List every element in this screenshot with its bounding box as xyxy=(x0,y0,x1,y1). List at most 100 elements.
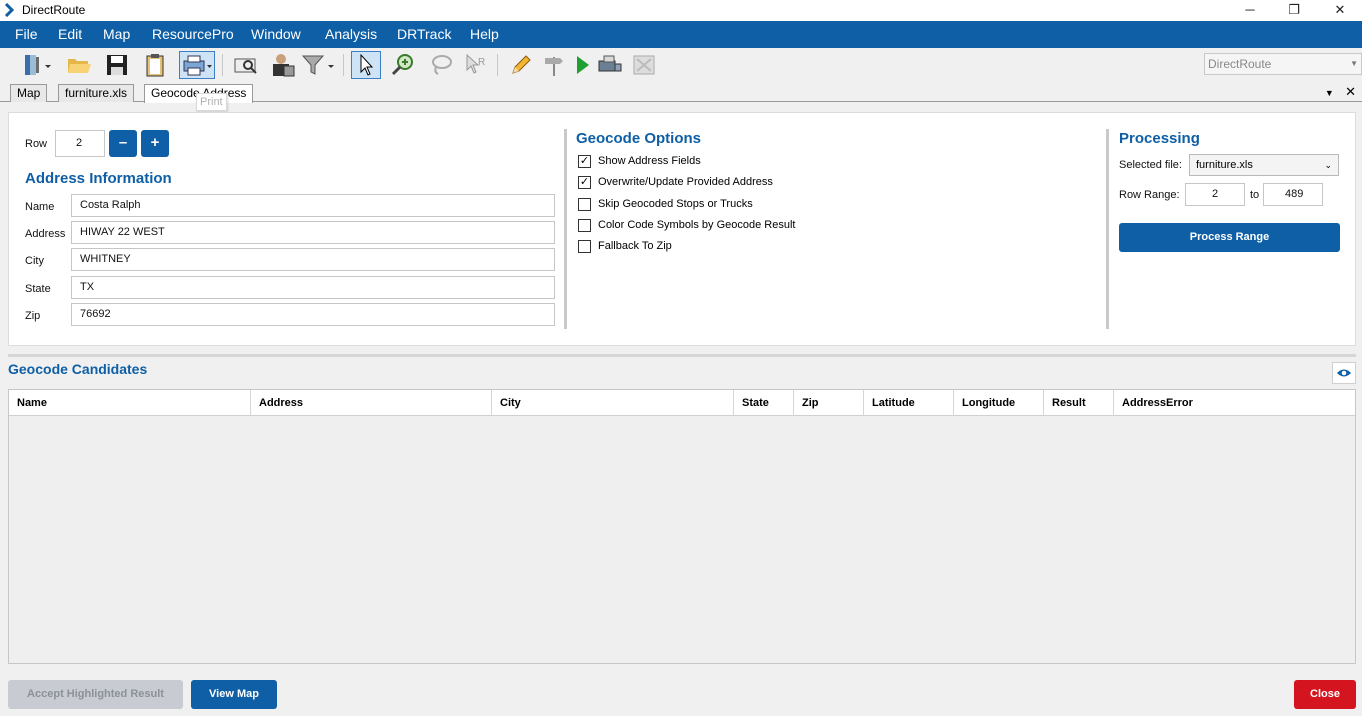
eye-icon xyxy=(1337,369,1351,377)
column-header-zip[interactable]: Zip xyxy=(794,390,864,416)
city-label: City xyxy=(25,255,44,267)
city-field[interactable]: WHITNEY xyxy=(71,248,555,271)
panel-splitter[interactable] xyxy=(8,354,1356,357)
zip-field[interactable]: 76692 xyxy=(71,303,555,326)
edit-tool-button[interactable] xyxy=(506,51,536,79)
empty-checkbox-icon xyxy=(578,198,591,211)
lasso-tool-button[interactable] xyxy=(426,51,456,79)
row-decrement-button[interactable]: – xyxy=(109,130,137,157)
column-header-latitude[interactable]: Latitude xyxy=(864,390,954,416)
state-field[interactable]: TX xyxy=(71,276,555,299)
toolbar-separator xyxy=(343,54,344,76)
address-field[interactable]: HIWAY 22 WEST xyxy=(71,221,555,244)
geocode-options-title: Geocode Options xyxy=(576,130,702,147)
clipboard-icon xyxy=(146,54,164,77)
tab-list-dropdown-icon[interactable]: ▼ xyxy=(1325,88,1334,98)
column-header-address[interactable]: Address xyxy=(251,390,492,416)
empty-checkbox-icon xyxy=(578,240,591,253)
column-header-city[interactable]: City xyxy=(492,390,734,416)
chevron-down-icon: ⌄ xyxy=(1324,160,1332,170)
play-icon xyxy=(577,56,589,74)
maximize-button[interactable]: ❐ xyxy=(1271,0,1317,21)
menu-resourcepro[interactable]: ResourcePro xyxy=(152,21,234,48)
column-header-longitude[interactable]: Longitude xyxy=(954,390,1044,416)
open-button[interactable] xyxy=(64,51,94,79)
title-bar: DirectRoute ─ ❐ ✕ xyxy=(0,0,1362,21)
column-divider xyxy=(1106,129,1109,329)
row-range-to-label: to xyxy=(1250,189,1260,201)
signpost-button[interactable] xyxy=(539,51,569,79)
tab-furniture-xls[interactable]: furniture.xls xyxy=(58,84,135,102)
close-window-button[interactable]: ✕ xyxy=(1317,0,1362,21)
menu-analysis[interactable]: Analysis xyxy=(325,21,377,48)
show-address-fields-label: Show Address Fields xyxy=(598,155,701,167)
workspace-dropdown[interactable]: DirectRoute ▼ xyxy=(1204,53,1362,75)
close-button[interactable]: Close xyxy=(1294,680,1356,709)
view-map-button[interactable]: View Map xyxy=(191,680,277,709)
dispatch-button[interactable] xyxy=(595,51,625,79)
column-divider xyxy=(564,129,567,329)
print-icon xyxy=(183,55,212,76)
row-range-from-input[interactable]: 2 xyxy=(1185,183,1245,206)
preview-button[interactable] xyxy=(231,51,261,79)
fallback-to-zip-label: Fallback To Zip xyxy=(598,240,672,252)
color-code-symbols-label: Color Code Symbols by Geocode Result xyxy=(598,219,796,231)
print-button[interactable] xyxy=(179,51,215,79)
address-information-title: Address Information xyxy=(25,170,172,187)
save-button[interactable] xyxy=(102,51,132,79)
state-label: State xyxy=(25,283,51,295)
candidates-grid[interactable]: Name Address City State Zip Latitude Lon… xyxy=(8,389,1356,664)
run-button[interactable] xyxy=(567,51,597,79)
menu-window[interactable]: Window xyxy=(251,21,301,48)
disabled-tool-button[interactable] xyxy=(629,51,659,79)
row-label: Row xyxy=(25,138,48,150)
row-range-label: Row Range: xyxy=(1119,189,1180,201)
zoom-tool-button[interactable] xyxy=(388,51,418,79)
toolbar-separator xyxy=(222,54,223,76)
column-header-result[interactable]: Result xyxy=(1044,390,1114,416)
minimize-button[interactable]: ─ xyxy=(1227,0,1273,21)
new-session-button[interactable] xyxy=(20,51,54,79)
signpost-icon xyxy=(545,57,563,76)
print-preview-icon xyxy=(234,58,257,74)
select-tool-button[interactable] xyxy=(351,51,381,79)
row-increment-button[interactable]: + xyxy=(141,130,169,157)
truck-box-icon xyxy=(598,55,622,72)
drivers-button[interactable] xyxy=(268,51,298,79)
row-number-input[interactable]: 2 xyxy=(55,130,105,157)
row-range-to-input[interactable]: 489 xyxy=(1263,183,1323,206)
toolbar-separator xyxy=(497,54,498,76)
menu-help[interactable]: Help xyxy=(470,21,499,48)
directroute-logo-icon xyxy=(4,3,15,17)
driver-icon xyxy=(273,54,295,77)
filter-dropdown-icon xyxy=(301,55,334,75)
menu-bar: File Edit Map ResourcePro Window Analysi… xyxy=(0,21,1362,48)
menu-drtrack[interactable]: DRTrack xyxy=(397,21,451,48)
processing-title: Processing xyxy=(1119,130,1200,147)
menu-map[interactable]: Map xyxy=(103,21,130,48)
route-pointer-icon: R xyxy=(466,53,485,74)
close-tab-icon[interactable]: ✕ xyxy=(1345,84,1356,99)
column-header-addresserror[interactable]: AddressError xyxy=(1114,390,1355,416)
empty-checkbox-icon xyxy=(578,219,591,232)
column-header-state[interactable]: State xyxy=(734,390,794,416)
column-visibility-button[interactable] xyxy=(1332,362,1356,384)
selected-file-dropdown[interactable]: furniture.xls ⌄ xyxy=(1189,154,1339,176)
name-field[interactable]: Costa Ralph xyxy=(71,194,555,217)
accept-highlighted-result-button[interactable]: Accept Highlighted Result xyxy=(8,680,183,709)
column-header-name[interactable]: Name xyxy=(9,390,251,416)
clipboard-button[interactable] xyxy=(140,51,170,79)
zip-label: Zip xyxy=(25,310,41,322)
menu-file[interactable]: File xyxy=(15,21,38,48)
chevron-down-icon: ▼ xyxy=(1350,59,1358,68)
grid-disabled-icon xyxy=(633,55,655,75)
print-tooltip: Print xyxy=(196,93,227,111)
menu-edit[interactable]: Edit xyxy=(58,21,82,48)
process-range-button[interactable]: Process Range xyxy=(1119,223,1340,252)
tab-map[interactable]: Map xyxy=(10,84,48,102)
pointer-arrow-icon xyxy=(360,54,374,76)
route-select-button[interactable]: R xyxy=(461,51,491,79)
window-title: DirectRoute xyxy=(22,3,86,17)
filter-button[interactable] xyxy=(300,51,336,79)
selected-file-label: Selected file: xyxy=(1119,159,1182,171)
